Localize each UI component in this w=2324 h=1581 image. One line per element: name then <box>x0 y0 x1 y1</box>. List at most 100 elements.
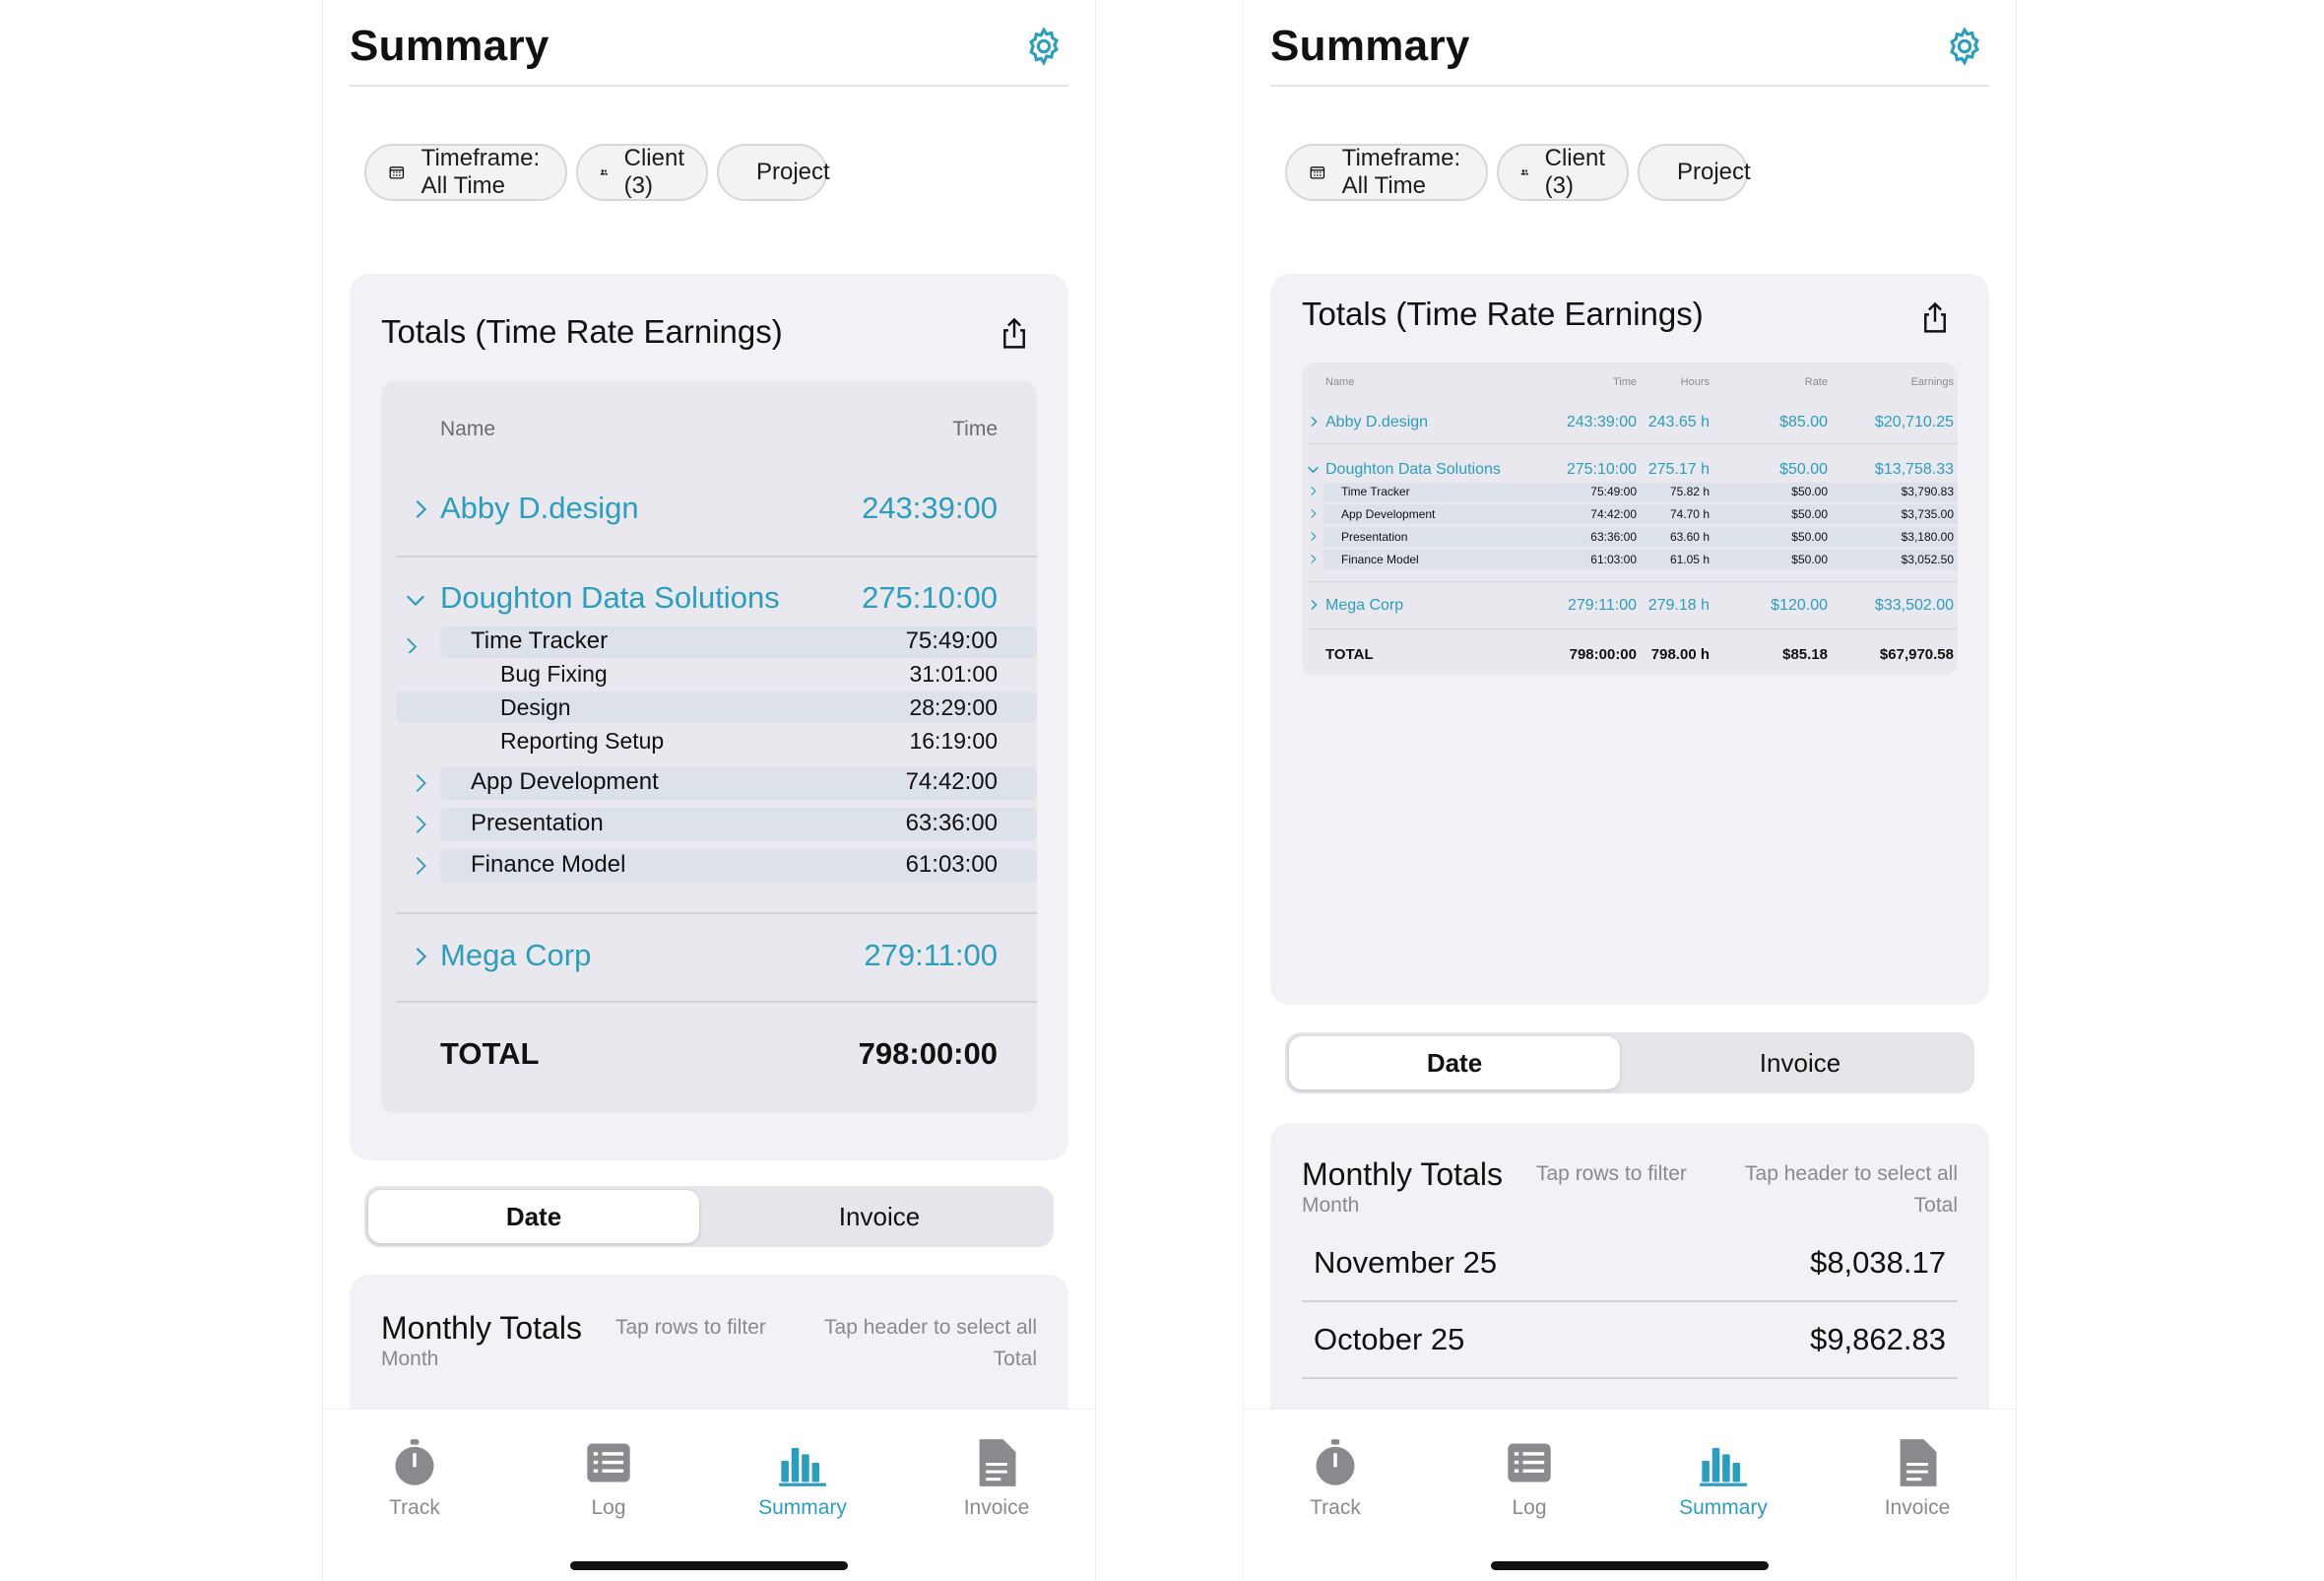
chevron-right-icon[interactable] <box>1308 486 1319 496</box>
month-row[interactable]: October 25 $9,862.83 <box>1302 1304 1958 1379</box>
chevron-down-icon[interactable] <box>405 631 426 653</box>
project-row-time: 74:42:00 <box>1590 507 1637 521</box>
grouping-segmented-control: Date Invoice <box>1285 1032 1974 1093</box>
row-divider <box>396 1001 1037 1003</box>
chevron-right-icon[interactable] <box>1308 531 1319 542</box>
column-header-time[interactable]: Time <box>1613 376 1637 388</box>
total-time: 798:00:00 <box>858 1036 998 1071</box>
task-row-time: 16:19:00 <box>909 728 998 754</box>
client-row-time: 275:10:00 <box>1566 461 1637 478</box>
chevron-right-icon[interactable] <box>410 814 431 835</box>
task-row-name[interactable]: Reporting Setup <box>500 728 664 755</box>
totals-table: Name Time Abby D.design 243:39:00 Dought… <box>381 380 1037 1113</box>
chevron-right-icon[interactable] <box>1308 508 1319 519</box>
column-header-time[interactable]: Time <box>952 418 998 441</box>
month-row[interactable]: November 25 $8,038.17 <box>1302 1227 1958 1302</box>
timeframe-filter-button[interactable]: Timeframe: All Time <box>364 144 567 201</box>
project-row-rate: $50.00 <box>1791 553 1828 566</box>
home-indicator <box>1491 1561 1769 1570</box>
client-row-earnings: $33,502.00 <box>1874 597 1954 614</box>
column-header-month[interactable]: Month <box>1302 1194 1359 1218</box>
project-row-time: 63:36:00 <box>905 810 998 836</box>
tab-summary[interactable]: Summary <box>1654 1437 1792 1520</box>
client-filter-button[interactable]: Client (3) <box>1497 144 1629 201</box>
monthly-totals-title: Monthly Totals <box>381 1310 582 1346</box>
tab-label: Invoice <box>963 1496 1030 1519</box>
phone-screen-left: Summary Timeframe: All Time Client (3) P… <box>322 0 1096 1581</box>
monthly-totals-card: Monthly Totals Tap rows to filter Tap he… <box>1270 1123 1989 1418</box>
segment-date[interactable]: Date <box>368 1190 699 1243</box>
project-row-band <box>1323 483 1958 502</box>
task-row-name[interactable]: Design <box>500 694 571 721</box>
tab-invoice[interactable]: Invoice <box>928 1437 1065 1520</box>
project-row-hours: 61.05 h <box>1669 553 1710 566</box>
project-row-name[interactable]: Time Tracker <box>471 627 608 655</box>
total-label: TOTAL <box>1325 646 1374 663</box>
stopwatch-icon <box>1316 1439 1355 1485</box>
column-header-hours[interactable]: Hours <box>1681 376 1710 388</box>
chevron-down-icon[interactable] <box>405 589 426 611</box>
project-filter-button[interactable]: Project <box>717 144 830 201</box>
tab-label: Track <box>389 1496 440 1519</box>
chevron-right-icon[interactable] <box>1308 416 1320 428</box>
total-label: TOTAL <box>440 1036 540 1071</box>
project-row-name[interactable]: Presentation <box>471 810 604 837</box>
client-row-time: 275:10:00 <box>862 580 998 615</box>
project-row-name: Finance Model <box>1341 553 1419 566</box>
tab-invoice[interactable]: Invoice <box>1848 1437 1986 1520</box>
chevron-right-icon[interactable] <box>410 946 431 967</box>
document-icon <box>1900 1439 1937 1486</box>
chevron-right-icon[interactable] <box>410 498 431 520</box>
tab-track[interactable]: Track <box>1266 1437 1404 1520</box>
column-header-name[interactable]: Name <box>1325 376 1354 388</box>
chevron-right-icon[interactable] <box>410 855 431 877</box>
column-header-name[interactable]: Name <box>440 418 495 441</box>
chevron-right-icon[interactable] <box>1308 554 1319 564</box>
hint-select: Tap header to select all <box>1745 1162 1958 1185</box>
column-header-month[interactable]: Month <box>381 1348 438 1371</box>
project-row-time: 61:03:00 <box>905 851 998 878</box>
segment-invoice[interactable]: Invoice <box>1630 1036 1970 1089</box>
bar-chart-icon <box>779 1447 826 1486</box>
client-row-name[interactable]: Doughton Data Solutions <box>440 580 780 616</box>
chevron-right-icon[interactable] <box>1308 599 1320 611</box>
tab-log[interactable]: Log <box>1460 1437 1598 1520</box>
client-row-name[interactable]: Mega Corp <box>440 938 591 973</box>
tab-log[interactable]: Log <box>540 1437 678 1520</box>
project-filter-label: Project <box>756 159 830 185</box>
share-icon[interactable] <box>1920 301 1950 335</box>
timeframe-filter-label: Timeframe: All Time <box>420 145 541 199</box>
chevron-right-icon[interactable] <box>410 772 431 794</box>
home-indicator <box>570 1561 848 1570</box>
filter-bar: Timeframe: All Time Client (3) Project <box>364 144 1068 201</box>
gear-icon[interactable] <box>1023 26 1065 67</box>
share-icon[interactable] <box>1000 317 1029 351</box>
client-filter-label: Client (3) <box>1544 145 1605 199</box>
gear-icon[interactable] <box>1944 26 1985 67</box>
client-row-name[interactable]: Abby D.design <box>440 491 639 526</box>
column-header-total[interactable]: Total <box>994 1348 1037 1371</box>
project-filter-button[interactable]: Project <box>1638 144 1751 201</box>
tab-summary[interactable]: Summary <box>734 1437 872 1520</box>
segment-date[interactable]: Date <box>1289 1036 1620 1089</box>
column-header-rate[interactable]: Rate <box>1805 376 1828 388</box>
chevron-down-icon[interactable] <box>1307 463 1320 476</box>
month-row-name: October 25 <box>1314 1322 1465 1356</box>
tab-track[interactable]: Track <box>346 1437 484 1520</box>
page-title: Summary <box>350 22 549 70</box>
segment-invoice[interactable]: Invoice <box>709 1190 1050 1243</box>
task-row-name[interactable]: Bug Fixing <box>500 661 608 688</box>
row-divider <box>1308 628 1958 629</box>
tab-label: Summary <box>758 1496 847 1519</box>
total-earnings: $67,970.58 <box>1879 646 1954 663</box>
column-header-earnings[interactable]: Earnings <box>1911 376 1954 388</box>
total-rate: $85.18 <box>1782 646 1828 663</box>
column-header-total[interactable]: Total <box>1914 1194 1958 1218</box>
month-row-total: $9,862.83 <box>1810 1322 1946 1356</box>
project-row-name[interactable]: Finance Model <box>471 851 625 879</box>
month-row-total: $8,038.17 <box>1810 1245 1946 1280</box>
project-row-name[interactable]: App Development <box>471 768 659 796</box>
client-filter-button[interactable]: Client (3) <box>576 144 708 201</box>
calendar-icon <box>1310 166 1325 179</box>
timeframe-filter-button[interactable]: Timeframe: All Time <box>1285 144 1488 201</box>
